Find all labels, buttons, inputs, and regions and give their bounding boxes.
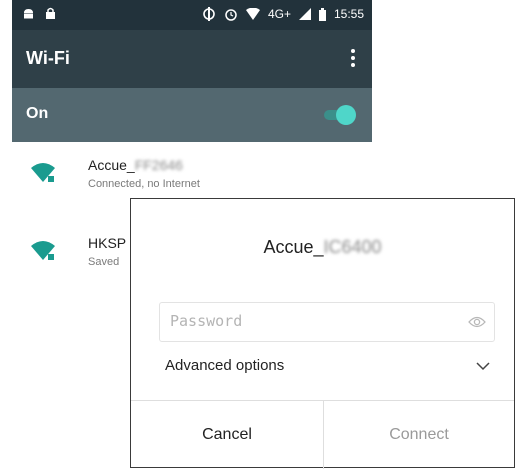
network-type: 4G+ [267, 7, 291, 21]
network-status: Connected, no Internet [88, 178, 200, 190]
advanced-options-row[interactable]: Advanced options [165, 357, 490, 383]
dialog-title-visible: Accue_ [263, 237, 324, 257]
connect-button[interactable]: Connect [324, 401, 514, 469]
network-name: HKSP [88, 235, 127, 251]
app-bar: Wi-Fi [12, 30, 372, 88]
password-placeholder: Password [170, 312, 243, 330]
wifi-connect-dialog: Accue_IC6400 Password Advanced options C… [130, 198, 515, 469]
network-name: Accue_FF2646 [88, 157, 183, 173]
background-empty-area [12, 292, 130, 472]
network-name-visible: Accue_ [88, 157, 135, 173]
page-title: Wi-Fi [26, 48, 70, 68]
status-bar: 4G+ 15:55 [12, 0, 372, 30]
screen: 4G+ 15:55 Wi-Fi On Accue_FF2646 Connecte… [0, 0, 518, 472]
dialog-title: Accue_IC6400 [131, 237, 514, 258]
wifi-toggle[interactable] [320, 105, 356, 125]
clock: 15:55 [333, 7, 364, 21]
wifi-lock-icon [31, 241, 55, 260]
status-right: 4G+ 15:55 [202, 7, 364, 21]
chevron-down-icon [476, 362, 490, 371]
advanced-options-label: Advanced options [165, 357, 285, 374]
password-input[interactable]: Password [159, 302, 495, 342]
eye-icon[interactable] [468, 315, 486, 329]
toggle-knob [336, 105, 356, 125]
cell-signal-icon [298, 8, 311, 20]
status-left [22, 7, 56, 20]
overflow-menu-icon[interactable] [350, 47, 356, 69]
dialog-title-obscured: IC6400 [323, 237, 382, 257]
wifi-signal-icon [245, 8, 260, 20]
android-robot-icon [24, 9, 33, 19]
network-name-obscured: FF2646 [134, 157, 183, 173]
wifi-master-switch-row[interactable]: On [12, 88, 372, 142]
data-sync-icon [203, 7, 215, 21]
wifi-switch-label: On [26, 105, 49, 122]
wifi-lock-icon [31, 163, 55, 182]
cancel-button[interactable]: Cancel [131, 401, 324, 469]
battery-icon [318, 7, 326, 21]
list-item[interactable]: Accue_FF2646 Connected, no Internet [12, 142, 372, 204]
lock-icon [46, 7, 55, 19]
dialog-button-bar: Cancel Connect [131, 400, 514, 469]
alarm-icon [225, 9, 237, 21]
network-status: Saved [88, 256, 120, 268]
